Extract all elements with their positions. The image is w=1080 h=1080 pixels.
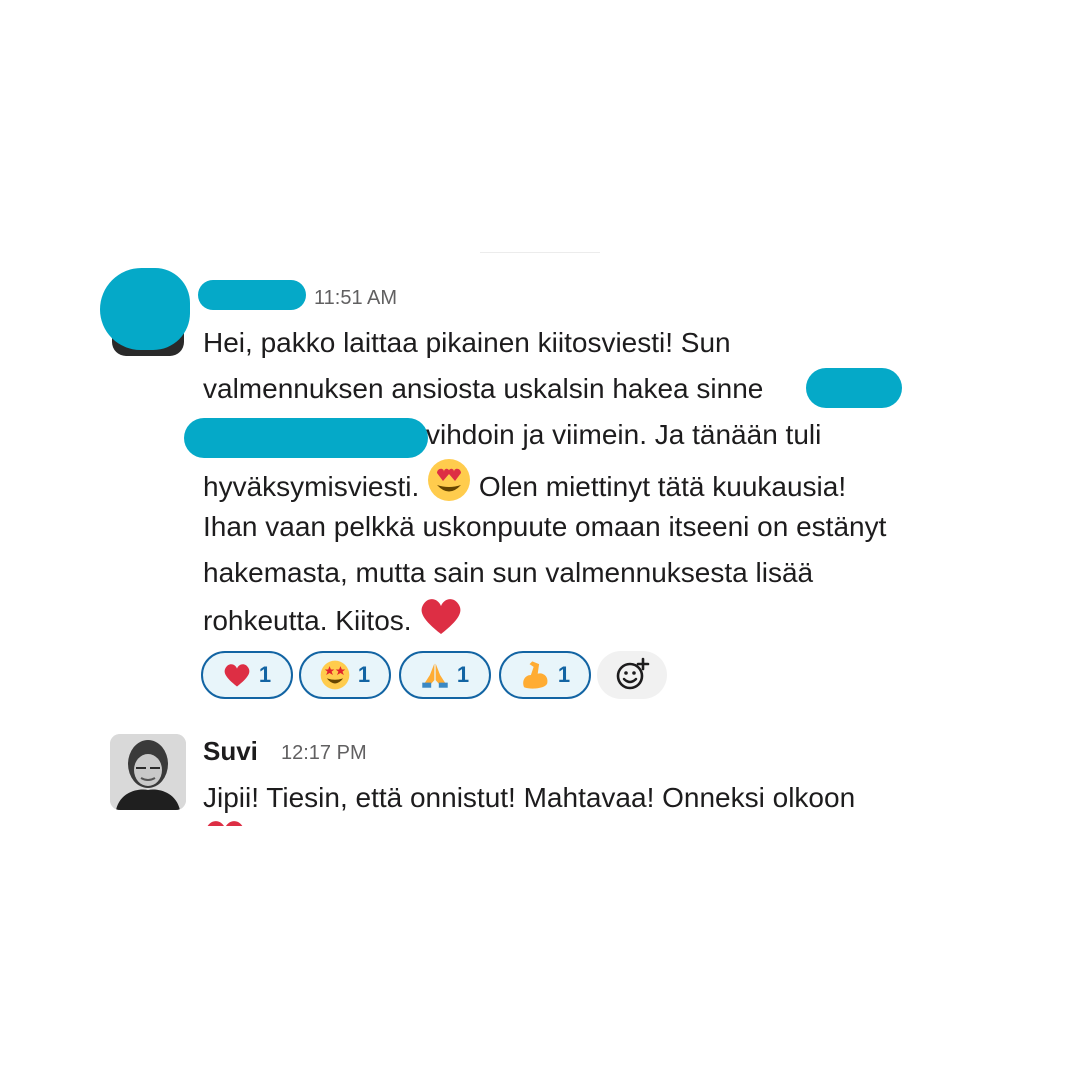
red-heart-emoji [419, 596, 463, 650]
reaction-count: 1 [258, 662, 272, 687]
message-timestamp[interactable]: 11:51 AM [314, 287, 397, 310]
message-line: Hei, pakko laittaa pikainen kiitosviesti… [203, 327, 731, 358]
message-text: rohkeutta. Kiitos. [203, 605, 412, 636]
avatar-photo [110, 734, 186, 810]
star-struck-icon [320, 660, 350, 690]
avatar-redacted[interactable] [100, 268, 190, 358]
message-line: Jipii! Tiesin, että onnistut! Mahtavaa! … [203, 782, 856, 813]
sender-name-redacted[interactable] [198, 280, 306, 310]
add-reaction-button[interactable] [597, 651, 667, 699]
red-heart-icon [224, 664, 250, 687]
reaction-count: 1 [557, 662, 571, 687]
message-line: vihdoin ja viimein. Ja tänään tuli [426, 419, 822, 450]
add-reaction-icon [616, 657, 650, 690]
folded-hands-icon [422, 663, 448, 688]
flexed-biceps-icon [523, 661, 548, 689]
crop-mask [0, 826, 1080, 1080]
reaction-count: 1 [357, 662, 371, 687]
message-timestamp[interactable]: 12:17 PM [281, 742, 367, 765]
redaction-block [184, 418, 428, 458]
message-text: hyväksymisviesti. [203, 471, 420, 502]
message-line: valmennuksen ansiosta uskalsin hakea sin… [203, 373, 764, 404]
reaction-flexed-biceps[interactable]: 1 [499, 651, 591, 699]
message-line: hakemasta, mutta sain sun valmennuksesta… [203, 557, 814, 588]
sender-name[interactable]: Suvi [203, 736, 258, 767]
message-line: Ihan vaan pelkkä uskonpuute omaan itseen… [203, 511, 887, 542]
reaction-count: 1 [456, 662, 470, 687]
message-text: Olen miettinyt tätä kuukausia! [478, 471, 847, 502]
message-line: rohkeutta. Kiitos. [203, 596, 463, 650]
avatar[interactable] [110, 734, 186, 810]
redaction-block [806, 368, 902, 408]
reaction-red-heart[interactable]: 1 [201, 651, 293, 699]
divider [480, 252, 600, 253]
reaction-star-struck[interactable]: 1 [299, 651, 391, 699]
reaction-folded-hands[interactable]: 1 [399, 651, 491, 699]
